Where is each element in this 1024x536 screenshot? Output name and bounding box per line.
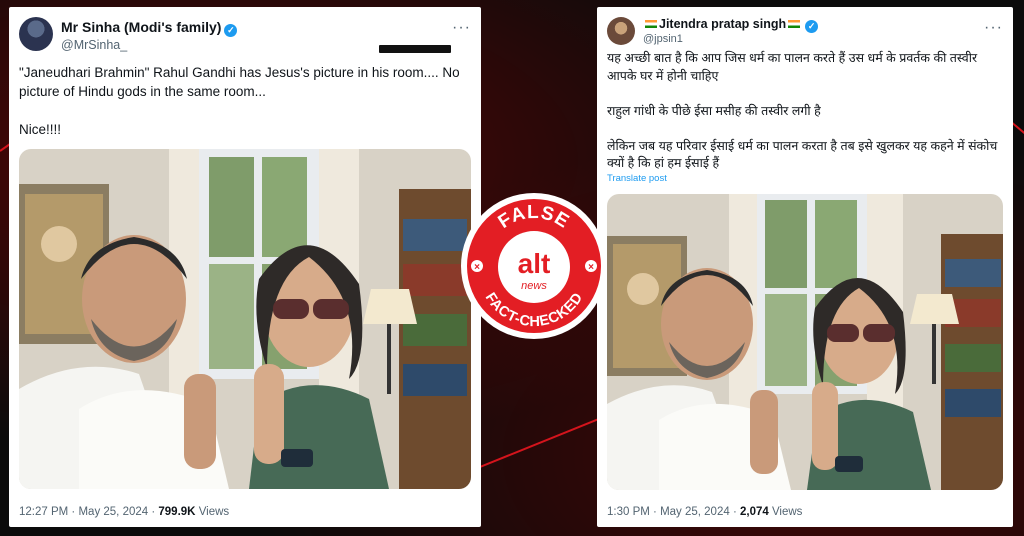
redaction-bar	[379, 45, 451, 53]
display-name-row[interactable]: Jitendra pratap singh ✓	[643, 17, 819, 33]
logo-main-text: alt	[518, 248, 551, 279]
tweet-photo[interactable]	[607, 194, 1003, 490]
avatar[interactable]	[19, 17, 53, 51]
logo-sub-text: news	[521, 280, 547, 292]
india-flag-icon	[645, 20, 657, 28]
more-options-icon[interactable]: ···	[984, 19, 1003, 37]
display-name[interactable]: Mr Sinha (Modi's family)	[61, 19, 221, 35]
views-label: Views	[771, 506, 803, 518]
svg-text:×: ×	[588, 262, 594, 273]
views-label: Views	[198, 506, 230, 518]
display-name[interactable]: Jitendra pratap singh	[659, 17, 786, 31]
tweet-time[interactable]: 12:27 PM	[19, 506, 68, 518]
display-name-row[interactable]: Mr Sinha (Modi's family) ✓	[61, 19, 238, 37]
user-handle[interactable]: @MrSinha_	[61, 38, 127, 52]
user-handle[interactable]: @jpsin1	[643, 33, 683, 45]
fact-check-badge: FALSE alt news × × FACT-CHECKED	[459, 191, 609, 341]
avatar[interactable]	[607, 17, 635, 45]
verified-badge-icon: ✓	[805, 20, 819, 33]
right-tweet-card: Jitendra pratap singh ✓ @jpsin1 ··· यह अच…	[597, 7, 1013, 527]
views-count: 799.9K	[158, 506, 196, 518]
tweet-date[interactable]: May 25, 2024	[660, 506, 730, 518]
tweet-photo[interactable]	[19, 149, 471, 489]
verified-badge-icon: ✓	[224, 24, 238, 37]
india-flag-icon	[788, 20, 801, 28]
tweet-date[interactable]: May 25, 2024	[78, 506, 148, 518]
tweet-time[interactable]: 1:30 PM	[607, 506, 650, 518]
tweet-text: यह अच्छी बात है कि आप जिस धर्म का पालन क…	[607, 51, 998, 170]
views-count: 2,074	[739, 506, 769, 518]
svg-text:×: ×	[474, 262, 480, 273]
translate-post-link[interactable]: Translate post	[607, 173, 667, 184]
left-tweet-card: Mr Sinha (Modi's family) ✓ @MrSinha_ ··· …	[9, 7, 481, 527]
tweet-text: "Janeudhari Brahmin" Rahul Gandhi has Je…	[19, 65, 460, 137]
more-options-icon[interactable]: ···	[452, 19, 471, 37]
tweet-footer: 1:30 PM · May 25, 2024 · 2,074 Views	[607, 506, 803, 518]
tweet-footer: 12:27 PM · May 25, 2024 · 799.9K Views	[19, 506, 230, 518]
tweet-header: Mr Sinha (Modi's family) ✓ @MrSinha_ ···	[19, 17, 471, 61]
